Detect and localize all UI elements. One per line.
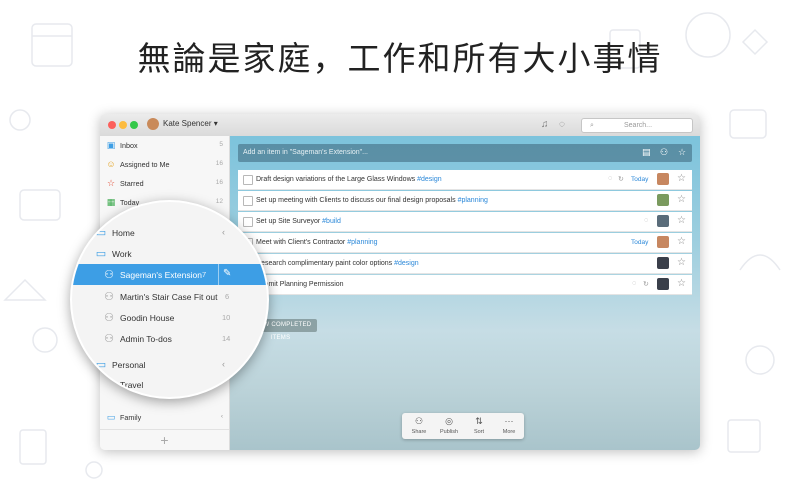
task-title: Research complimentary paint color optio… [256,260,419,267]
pencil-icon[interactable]: ✎ [223,268,231,279]
sidebar-folder-home[interactable]: ▭ Home ‹ [72,222,267,243]
task-tag[interactable]: #build [322,218,341,225]
sidebar-folder-work[interactable]: ▭ Work [72,243,267,264]
star-icon[interactable]: ☆ [677,194,686,205]
task-row[interactable]: Draft design variations of the Large Gla… [238,170,692,190]
sidebar-folder-personal[interactable]: ▭ Personal ‹ [72,354,267,375]
chat-icon[interactable]: ◌ [559,119,565,130]
assignee-avatar [657,278,669,290]
list-toolbar: ⚇ Share ◎ Publish ⇅ Sort ··· More [402,413,524,439]
add-item-input[interactable]: Add an item in "Sageman's Extension"... … [238,144,692,162]
folder-icon: ▭ [95,248,107,260]
bell-icon[interactable]: ♫ [541,119,549,130]
minimize-window-button[interactable] [119,121,127,129]
due-date: Today [631,239,649,246]
share-icon: ⚇ [414,416,424,426]
star-icon: ☆ [106,178,116,188]
star-icon[interactable]: ☆ [677,278,686,289]
task-checkbox[interactable] [243,175,253,185]
publish-icon: ◎ [445,416,453,426]
star-icon[interactable]: ☆ [677,173,686,184]
star-filter-icon[interactable]: ☆ [678,147,686,158]
comment-icon: ◌ [632,280,637,287]
task-row[interactable]: Submit Planning Permission ◌ ↻ ☆ [238,275,692,295]
task-title: Set up Site Surveyor #build [256,218,341,225]
calendar-view-icon[interactable]: ▤ [642,147,651,158]
sidebar-item-assigned[interactable]: ☺ Assigned to Me 16 [100,155,229,174]
assignee-avatar [657,257,669,269]
task-title: Set up meeting with Clients to discuss o… [256,197,488,204]
comment-icon: ◌ [608,175,613,182]
more-button[interactable]: ··· More [494,413,524,439]
divider [218,264,219,285]
task-row[interactable]: Set up meeting with Clients to discuss o… [238,191,692,211]
person-icon: ☺ [106,159,116,169]
chevron-left-icon[interactable]: ‹ [221,413,223,420]
folder-icon: ▭ [106,412,116,422]
shared-list-icon: ⚇ [104,269,114,281]
task-row[interactable]: Meet with Client's Contractor #planning … [238,233,692,253]
sidebar-list-sagemans-extension[interactable]: ⚇ Sageman's Extension 7 ✎ [72,264,267,285]
user-menu[interactable]: Kate Spencer ▾ [163,119,218,128]
shared-list-icon: ⚇ [104,333,114,345]
sidebar-list-martins-stair-case[interactable]: ⚇ Martin's Stair Case Fit out 6 [72,286,267,307]
list-icon: ▭ [103,379,115,391]
task-tag[interactable]: #design [417,176,442,183]
task-row[interactable]: Research complimentary paint color optio… [238,254,692,274]
add-list-button[interactable]: + [100,429,229,450]
chevron-left-icon[interactable]: ‹ [222,359,225,369]
shared-list-icon: ⚇ [104,291,114,303]
task-tag[interactable]: #design [394,260,419,267]
star-icon[interactable]: ☆ [677,215,686,226]
repeat-icon: ↻ [643,281,649,288]
headline: 無論是家庭，工作和所有大小事情 [137,39,663,78]
task-tag[interactable]: #planning [458,197,488,204]
sidebar-list-admin-todos[interactable]: ⚇ Admin To-dos 14 [72,328,267,349]
sidebar-list-travel[interactable]: ▭ Travel [72,374,267,395]
assignee-avatar [657,194,669,206]
comment-icon: ◌ [644,217,649,224]
due-date: Today [631,176,649,183]
assignee-avatar [657,215,669,227]
folder-icon: ▭ [95,227,107,239]
task-title: Submit Planning Permission [256,281,344,288]
user-name: Kate Spencer [163,119,212,128]
share-button[interactable]: ⚇ Share [404,413,434,439]
search-input[interactable]: ⌕ Search... [581,118,693,133]
search-icon: ⌕ [590,122,594,129]
task-checkbox[interactable] [243,196,253,206]
star-icon[interactable]: ☆ [677,257,686,268]
sidebar-list-goodin-house[interactable]: ⚇ Goodin House 10 [72,307,267,328]
add-item-placeholder: Add an item in "Sageman's Extension"... [243,149,368,156]
task-list-area: Add an item in "Sageman's Extension"... … [230,136,700,450]
task-title: Draft design variations of the Large Gla… [256,176,442,183]
more-icon: ··· [504,416,514,426]
sidebar-item-inbox[interactable]: ▣ Inbox 5 [100,136,229,155]
calendar-icon: ▦ [106,197,116,207]
sidebar-item-family[interactable]: ▭ Family ‹ [100,408,229,427]
search-placeholder: Search... [624,122,653,129]
star-icon[interactable]: ☆ [677,236,686,247]
task-tag[interactable]: #planning [347,239,377,246]
task-row[interactable]: Set up Site Surveyor #build ◌ ☆ [238,212,692,232]
repeat-icon: ↻ [618,176,624,183]
sort-icon: ⇅ [475,416,483,426]
task-title: Meet with Client's Contractor #planning [256,239,378,246]
close-window-button[interactable] [108,121,116,129]
zoom-window-button[interactable] [130,121,138,129]
shared-list-icon: ⚇ [104,312,114,324]
inbox-icon: ▣ [106,140,116,150]
assignee-avatar [657,236,669,248]
magnifier-lens: ▭ Home ‹ ▭ Work ⚇ Sageman's Extension 7 … [70,200,269,399]
user-avatar[interactable] [147,118,159,130]
sort-button[interactable]: ⇅ Sort [464,413,494,439]
sidebar-item-starred[interactable]: ☆ Starred 16 [100,174,229,193]
title-bar: Kate Spencer ▾ ♫ ◌ ⌕ Search... [100,114,700,137]
chevron-left-icon[interactable]: ‹ [222,227,225,237]
share-people-icon[interactable]: ⚇ [660,147,668,158]
folder-icon: ▭ [95,359,107,371]
assignee-avatar [657,173,669,185]
publish-button[interactable]: ◎ Publish [434,413,464,439]
